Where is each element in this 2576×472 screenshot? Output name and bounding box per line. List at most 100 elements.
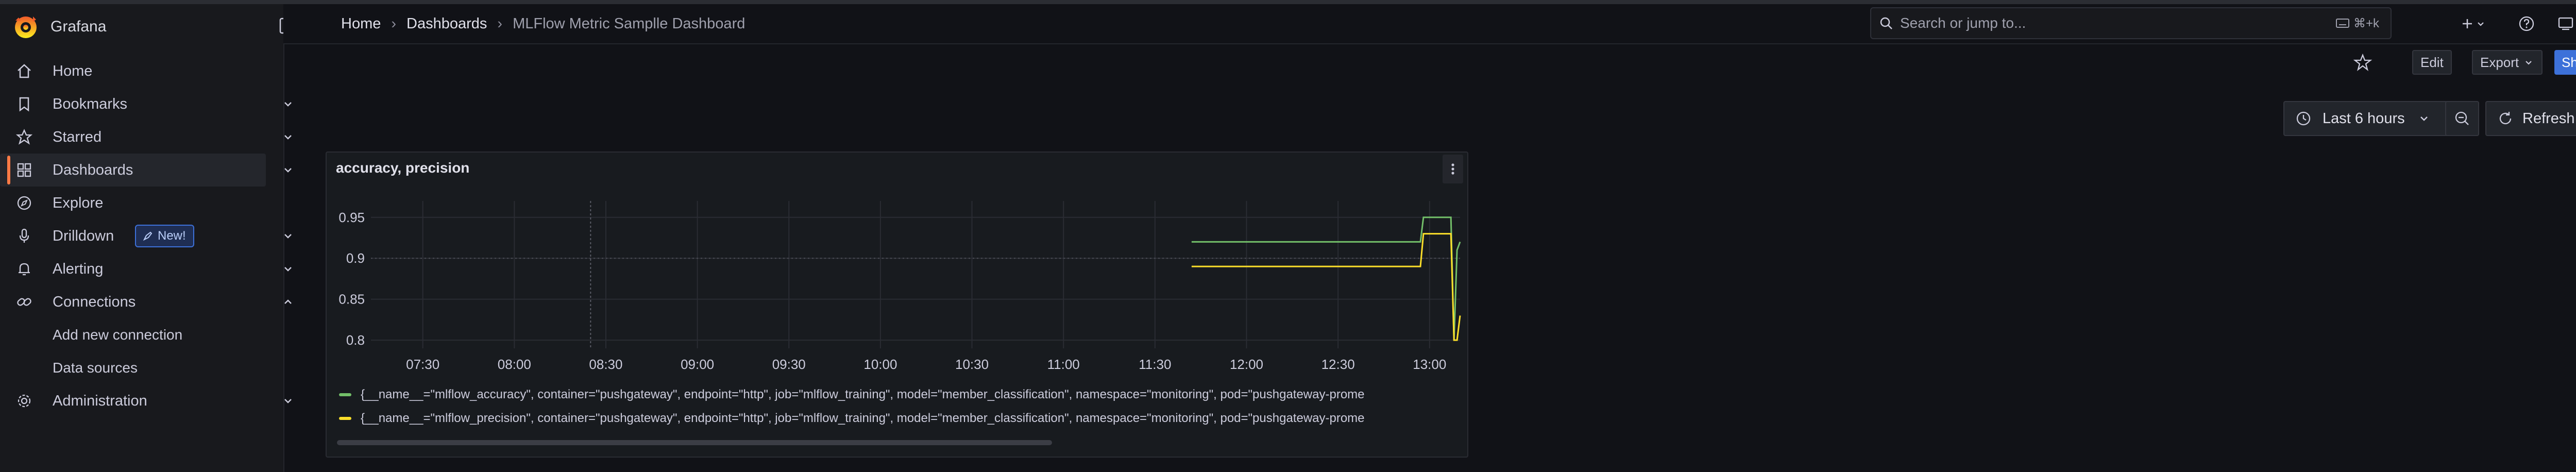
chevron-down-icon[interactable] (280, 129, 296, 145)
breadcrumb: Home › Dashboards › MLFlow Metric Sampll… (341, 4, 745, 43)
grafana-logo-icon (15, 16, 37, 38)
panel-menu-button[interactable] (1443, 155, 1463, 183)
plus-icon (2463, 19, 2472, 28)
cog-icon (18, 394, 31, 408)
nav-label: Connections (53, 293, 136, 310)
legend-swatch-green (339, 393, 351, 396)
y-tick-label: 0.9 (346, 250, 365, 266)
nav-label: Explore (53, 194, 104, 211)
nav-subitem-add-new-connection[interactable]: Add new connection (0, 318, 283, 351)
refresh-label: Refresh (2522, 110, 2575, 127)
search-shortcut: ⌘+k (2335, 16, 2379, 31)
refresh-icon (2499, 112, 2512, 125)
nav-item-starred[interactable]: Starred (0, 121, 292, 154)
search-input[interactable]: Search or jump to... ⌘+k (1870, 7, 2392, 39)
export-label: Export (2480, 54, 2519, 70)
y-tick-label: 0.95 (338, 210, 365, 225)
breadcrumb-current-dashboard: MLFlow Metric Samplle Dashboard (513, 15, 745, 32)
nav-item-administration[interactable]: Administration (0, 384, 292, 417)
edit-label: Edit (2420, 54, 2444, 70)
chevron-down-icon[interactable] (280, 162, 296, 178)
breadcrumb-separator: › (497, 15, 503, 32)
legend-item-precision[interactable]: {__name__="mlflow_precision", container=… (339, 411, 1454, 426)
sidebar: Grafana Home Bookmarks Starred Dashboard… (0, 4, 296, 472)
link-icon (17, 298, 31, 306)
clock-icon (2296, 111, 2311, 126)
chevron-down-icon[interactable] (280, 228, 296, 244)
zoom-out-button[interactable] (2445, 101, 2479, 136)
x-tick-label: 10:30 (955, 357, 989, 372)
nav-label: Starred (53, 128, 102, 145)
x-tick-label: 11:30 (1139, 357, 1171, 372)
brand[interactable]: Grafana (12, 11, 106, 42)
x-tick-label: 10:00 (863, 357, 897, 372)
new-badge: New! (135, 225, 194, 247)
nav-item-dashboards[interactable]: Dashboards (0, 154, 292, 187)
x-tick-label: 07:30 (406, 357, 439, 372)
nav-label: Administration (53, 392, 147, 409)
x-tick-label: 09:00 (681, 357, 714, 372)
apps-icon (17, 163, 31, 177)
nav-menu: Home Bookmarks Starred Dashboards Explor… (0, 55, 292, 417)
export-button[interactable]: Export (2472, 50, 2543, 75)
nav-item-explore[interactable]: Explore (0, 187, 283, 220)
search-shortcut-text: ⌘+k (2353, 16, 2379, 30)
more-vertical-icon (1451, 163, 1454, 175)
nav-item-home[interactable]: Home (0, 55, 283, 88)
chevron-down-icon (2478, 22, 2484, 26)
breadcrumb-home[interactable]: Home (341, 15, 381, 32)
nav-label: Alerting (53, 260, 104, 277)
top-header: Home › Dashboards › MLFlow Metric Sampll… (283, 4, 2576, 44)
series-line-precision (1191, 233, 1461, 341)
refresh-button[interactable]: Refresh (2485, 101, 2576, 136)
x-tick-label: 12:00 (1230, 357, 1263, 372)
nav-subitem-data-sources[interactable]: Data sources (0, 351, 283, 384)
share-button-group: Share (2554, 50, 2576, 75)
bell-icon (19, 263, 30, 276)
news-icon[interactable] (2556, 13, 2575, 34)
x-tick-label: 13:00 (1413, 357, 1446, 372)
breadcrumb-separator: › (391, 15, 397, 32)
nav-label: Bookmarks (53, 95, 128, 112)
compass-icon (17, 196, 31, 210)
nav-item-bookmarks[interactable]: Bookmarks (0, 88, 292, 121)
x-tick-label: 09:30 (772, 357, 806, 372)
search-icon (1880, 17, 1892, 29)
chevron-up-icon[interactable] (280, 294, 296, 310)
mark-favorite-star-icon[interactable] (2352, 53, 2373, 73)
rocket-icon (143, 231, 152, 241)
nav-label: Drilldown (53, 227, 114, 244)
nav-label: Home (53, 62, 93, 79)
window-top-strip (0, 0, 2576, 4)
time-range-label: Last 6 hours (2323, 110, 2405, 127)
timeseries-panel[interactable]: accuracy, precision 0.95 0.9 0.85 0.8 07:30 0… (326, 151, 1468, 458)
search-placeholder: Search or jump to... (1900, 15, 2026, 31)
nav-label: Dashboards (53, 161, 133, 178)
home-icon (18, 64, 31, 78)
x-tick-label: 08:30 (589, 357, 622, 372)
nav-item-drilldown[interactable]: Drilldown New! (0, 220, 292, 252)
legend-label: {__name__="mlflow_accuracy", container="… (361, 387, 1365, 401)
breadcrumb-dashboards[interactable]: Dashboards (406, 15, 487, 32)
share-label: Share (2562, 54, 2576, 70)
share-button[interactable]: Share (2554, 50, 2576, 75)
chevron-down-icon[interactable] (280, 96, 296, 112)
help-icon[interactable] (2517, 13, 2536, 34)
y-tick-label: 0.8 (346, 332, 365, 348)
app-name: Grafana (50, 18, 107, 35)
chevron-down-icon[interactable] (280, 393, 296, 409)
legend-label: {__name__="mlflow_precision", container=… (361, 411, 1365, 425)
new-menu-button[interactable] (2460, 13, 2486, 34)
legend-horizontal-scrollbar[interactable] (337, 440, 1052, 445)
badge-text: New! (158, 229, 186, 243)
line-chart[interactable]: 0.95 0.9 0.85 0.8 07:30 08:00 08:30 09:00 09:30 1… (327, 183, 1467, 390)
keyboard-icon (2335, 19, 2349, 28)
edit-button[interactable]: Edit (2412, 50, 2452, 75)
nav-item-alerting[interactable]: Alerting (0, 252, 292, 285)
x-tick-label: 08:00 (498, 357, 531, 372)
x-tick-label: 12:30 (1321, 357, 1355, 372)
legend-item-accuracy[interactable]: {__name__="mlflow_accuracy", container="… (339, 387, 1454, 402)
nav-item-connections[interactable]: Connections (0, 285, 292, 318)
chevron-down-icon[interactable] (280, 261, 296, 277)
chevron-down-icon (2526, 61, 2532, 65)
